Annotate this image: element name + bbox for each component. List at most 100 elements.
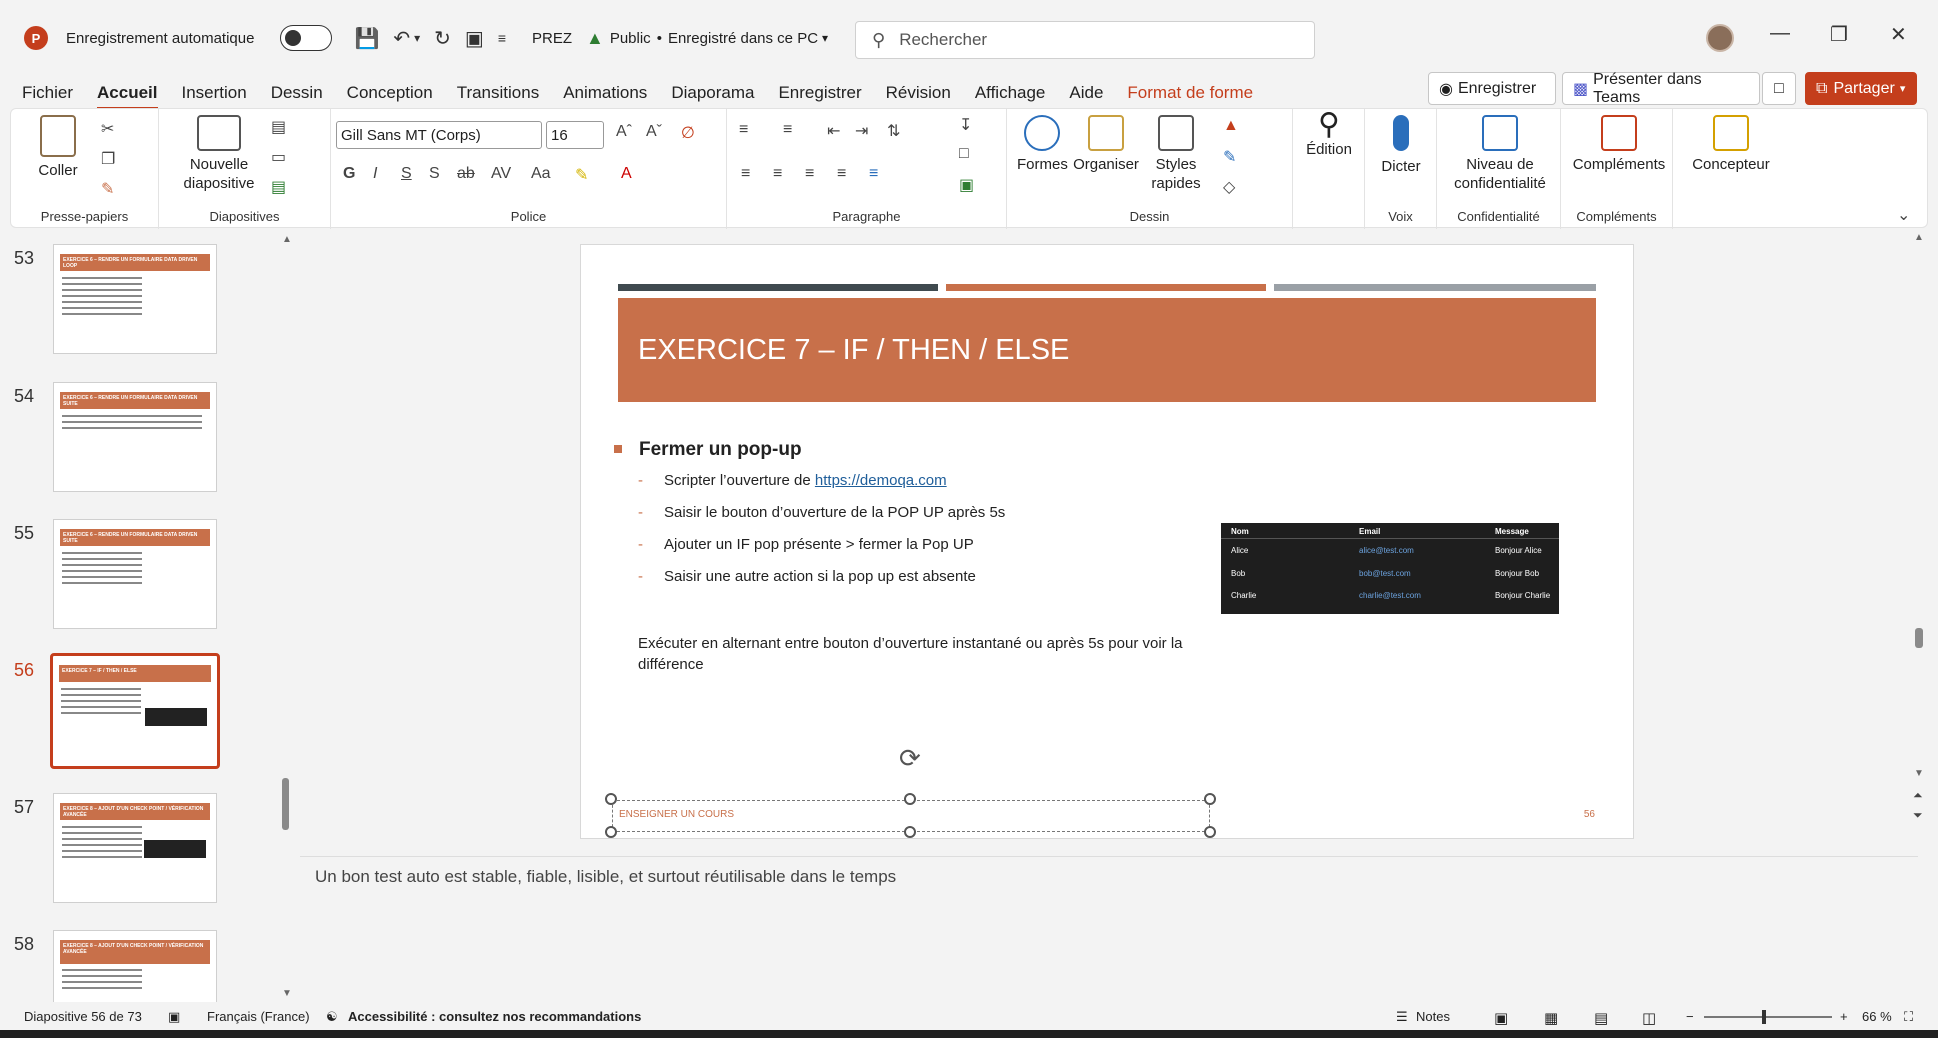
case-icon[interactable]: Aa (531, 165, 551, 183)
tab-animations[interactable]: Animations (563, 83, 647, 103)
slide-footer[interactable]: ENSEIGNER UN COURS (619, 809, 734, 820)
section-icon[interactable]: ▤ (271, 177, 286, 197)
slideshow-icon[interactable]: ◫ (1642, 1009, 1656, 1027)
sub-bullet-1[interactable]: Scripter l’ouverture de https://demoqa.c… (638, 472, 947, 489)
autosave-toggle[interactable] (280, 25, 333, 51)
slide-thumbnail-selected[interactable]: EXERCICE 7 – IF / THEN / ELSE (50, 653, 220, 769)
reset-icon[interactable]: ▭ (271, 147, 286, 167)
decrease-indent-icon[interactable]: ⇤ (827, 121, 840, 141)
tab-conception[interactable]: Conception (347, 83, 433, 103)
sub-bullet-4[interactable]: Saisir une autre action si la pop up est… (638, 568, 976, 585)
search-box[interactable]: ⚲ Rechercher (855, 21, 1315, 59)
zoom-level[interactable]: 66 % (1862, 1009, 1892, 1024)
layout-icon[interactable]: ▤ (271, 117, 286, 137)
notes-text[interactable]: Un bon test auto est stable, fiable, lis… (315, 867, 896, 887)
customize-icon[interactable]: ≡ (498, 30, 506, 46)
tab-fichier[interactable]: Fichier (22, 83, 73, 103)
scroll-down-icon[interactable]: ▼ (1914, 768, 1924, 779)
accessibility-status[interactable]: Accessibilité : consultez nos recommanda… (348, 1009, 641, 1024)
main-bullet[interactable]: Fermer un pop-up (614, 439, 802, 461)
font-color-icon[interactable]: A (621, 165, 632, 183)
sub-bullet-2[interactable]: Saisir le bouton d’ouverture de la POP U… (638, 504, 1005, 521)
thumbnail-53[interactable]: 53 EXERCICE 6 – RENDRE UN FORMULAIRE DAT… (8, 244, 290, 364)
zoom-slider[interactable] (1704, 1010, 1832, 1024)
increase-indent-icon[interactable]: ⇥ (855, 121, 868, 141)
chevron-down-icon[interactable]: ▾ (414, 31, 420, 45)
paste-button[interactable]: Coller (33, 115, 83, 180)
effects-icon[interactable]: ◇ (1223, 177, 1235, 197)
format-painter-icon[interactable]: ✎ (101, 179, 114, 199)
font-size-select[interactable]: 16 (546, 121, 604, 149)
justify-icon[interactable]: ≡ (837, 165, 846, 183)
slide-thumbnail[interactable]: EXERCICE 8 – AJOUT D'UN CHECK POINT / VÉ… (53, 793, 217, 903)
chevron-down-icon[interactable]: ▾ (822, 31, 828, 45)
line-spacing-icon[interactable]: ⇅ (887, 121, 900, 141)
resize-handle[interactable] (1204, 826, 1216, 838)
thumbnail-58[interactable]: 58 EXERCICE 8 – AJOUT D'UN CHECK POINT /… (8, 930, 290, 1002)
resize-handle[interactable] (904, 826, 916, 838)
spacing-icon[interactable]: AV (491, 165, 511, 183)
restore-icon[interactable]: ❐ (1830, 22, 1848, 47)
minimize-icon[interactable]: — (1770, 22, 1790, 45)
save-state[interactable]: Enregistré dans ce PC (668, 30, 818, 47)
comments-button[interactable]: □ (1762, 72, 1796, 105)
align-center-icon[interactable]: ≡ (773, 165, 782, 183)
new-slide-button[interactable]: Nouvelle diapositive (177, 115, 261, 193)
tab-revision[interactable]: Révision (886, 83, 951, 103)
sensitivity-button[interactable]: Niveau de confidentialité (1447, 115, 1553, 193)
quick-styles-button[interactable]: Styles rapides (1145, 115, 1207, 193)
shapes-button[interactable]: Formes (1017, 115, 1068, 174)
scroll-down-icon[interactable]: ▼ (282, 988, 292, 999)
designer-button[interactable]: Concepteur (1683, 115, 1779, 174)
slide-note[interactable]: Exécuter en alternant entre bouton d’ouv… (638, 633, 1198, 675)
align-left-icon[interactable]: ≡ (741, 165, 750, 183)
text-direction-icon[interactable]: ↧ (959, 115, 972, 135)
resize-handle[interactable] (1204, 793, 1216, 805)
tab-format-de-forme[interactable]: Format de forme (1127, 83, 1253, 103)
strikethrough-icon[interactable]: ab (457, 165, 475, 183)
slide-info[interactable]: Diapositive 56 de 73 (24, 1009, 142, 1024)
resize-handle[interactable] (904, 793, 916, 805)
scroll-up-icon[interactable]: ▲ (282, 234, 292, 245)
sub-bullet-3[interactable]: Ajouter un IF pop présente > fermer la P… (638, 536, 974, 553)
tab-accueil[interactable]: Accueil (97, 83, 158, 110)
scroll-up-icon[interactable]: ▲ (1914, 232, 1924, 243)
close-icon[interactable]: ✕ (1890, 22, 1907, 47)
copy-icon[interactable]: ❐ (101, 149, 115, 169)
tab-insertion[interactable]: Insertion (182, 83, 247, 103)
fit-to-window-icon[interactable]: ⛶ (1904, 1009, 1913, 1025)
resize-handle[interactable] (605, 793, 617, 805)
notes-toggle[interactable]: Notes (1416, 1009, 1450, 1024)
sensitivity-label[interactable]: Public (610, 30, 651, 47)
slide-thumbnail[interactable]: EXERCICE 6 – RENDRE UN FORMULAIRE DATA D… (53, 519, 217, 629)
shadow-icon[interactable]: S (429, 165, 440, 183)
teams-button[interactable]: ▩ Présenter dans Teams (1562, 71, 1760, 106)
slide-thumbnail[interactable]: EXERCICE 8 – AJOUT D'UN CHECK POINT / VÉ… (53, 930, 217, 1002)
arrange-button[interactable]: Organiser (1071, 115, 1141, 174)
present-icon[interactable]: ▣ (465, 26, 484, 51)
tab-affichage[interactable]: Affichage (975, 83, 1046, 103)
share-button[interactable]: ⧉ Partager ▾ (1805, 72, 1917, 105)
record-button[interactable]: ◉ Enregistrer (1428, 72, 1556, 105)
zoom-in-icon[interactable]: + (1840, 1009, 1848, 1024)
bold-icon[interactable]: G (343, 165, 355, 183)
smartart-icon[interactable]: ▣ (959, 175, 974, 195)
grow-font-icon[interactable]: Aˆ (616, 123, 632, 141)
data-table-image[interactable]: Nom Email Message Alice alice@test.com B… (1221, 523, 1559, 614)
resize-handle[interactable] (605, 826, 617, 838)
clear-format-icon[interactable]: ∅ (681, 123, 695, 143)
thumbnail-57[interactable]: 57 EXERCICE 8 – AJOUT D'UN CHECK POINT /… (8, 793, 290, 913)
current-slide[interactable]: EXERCICE 7 – IF / THEN / ELSE Fermer un … (580, 244, 1634, 839)
addins-button[interactable]: Compléments (1571, 115, 1667, 174)
next-slide-icon[interactable]: ⏷ (1913, 808, 1923, 823)
normal-view-icon[interactable]: ▣ (1494, 1009, 1508, 1027)
demoqa-link[interactable]: https://demoqa.com (815, 472, 947, 489)
notes-pane[interactable]: Un bon test auto est stable, fiable, lis… (300, 856, 1918, 1002)
slide-thumbnail[interactable]: EXERCICE 6 – RENDRE UN FORMULAIRE DATA D… (53, 244, 217, 354)
numbering-icon[interactable]: ≡ (783, 121, 792, 139)
align-right-icon[interactable]: ≡ (805, 165, 814, 183)
shrink-font-icon[interactable]: Aˇ (646, 123, 662, 141)
tab-dessin[interactable]: Dessin (271, 83, 323, 103)
font-name-select[interactable]: Gill Sans MT (Corps) (336, 121, 542, 149)
fill-icon[interactable]: ▲ (1223, 117, 1239, 135)
